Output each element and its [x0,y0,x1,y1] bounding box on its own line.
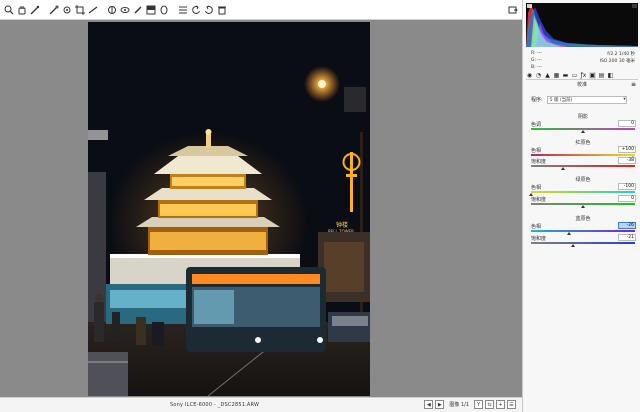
photo-preview: 钟楼 BELL TOWER [88,22,370,396]
process-value: 5 版 (当前) [549,97,573,103]
shadows-tint-value[interactable]: 0 [618,120,636,127]
tab-snapshots-icon[interactable]: ◧ [607,72,614,79]
blue-hue-slider[interactable] [531,230,635,232]
rotate-left-icon[interactable] [190,4,202,16]
blue-primary-title: 蓝原色 [575,216,591,222]
panel-menu-icon[interactable]: ≡ [631,81,636,88]
blue-saturation-label: 饱和度 [531,236,547,242]
white-balance-icon[interactable] [29,4,41,16]
red-primary-title: 红原色 [575,140,591,146]
pixel-info: R: --- f/2.2 1/40 秒 G: --- ISO 200 30 毫米 B: -… [531,50,635,71]
iso-info: ISO 200 30 毫米 [599,58,635,64]
green-primary-title: 绿原色 [575,177,591,183]
red-eye-icon[interactable] [119,4,131,16]
panel-title: 校准 [576,82,587,88]
exposure-info: f/2.2 1/40 秒 [607,51,635,57]
red-saturation-thumb[interactable] [561,167,565,170]
status-controls: ◀ ▶ 图像 1/1 Y ⇆ + ☰ [424,400,516,409]
rotate-right-icon[interactable] [203,4,215,16]
tab-tone-curve-icon[interactable]: ◔ [535,72,542,79]
red-hue-value[interactable]: +100 [618,146,636,153]
green-saturation-label: 饱和度 [531,197,547,203]
straighten-icon[interactable] [87,4,99,16]
hand-icon[interactable] [16,4,28,16]
green-hue-value[interactable]: -100 [618,183,636,190]
prev-arrow-icon[interactable]: ◀ [424,400,434,409]
red-hue-slider[interactable] [531,154,635,156]
r-value: --- [537,51,542,56]
shadows-tint-thumb[interactable] [581,130,585,133]
green-saturation-thumb[interactable] [581,205,585,208]
status-bar: Sony ILCE-6000 - _DSC2851.ARW ◀ ▶ 图像 1/1… [0,397,522,412]
shadows-title: 阴影 [577,114,588,120]
zoom-in-button[interactable]: + [496,400,505,409]
red-saturation-slider[interactable] [531,165,635,167]
preview-canvas[interactable]: 钟楼 BELL TOWER [0,20,522,397]
blue-saturation-slider[interactable] [531,242,635,244]
tab-presets-icon[interactable]: ▤ [598,72,605,79]
tab-detail-icon[interactable]: ▲ [544,72,551,79]
green-saturation-value[interactable]: 0 [618,195,636,202]
before-after-button[interactable]: Y [474,400,483,409]
b-value: --- [537,65,542,70]
shadows-tint-label: 色调 [531,122,542,128]
trash-icon[interactable] [216,4,228,16]
blue-saturation-thumb[interactable] [571,244,575,247]
blue-saturation-value[interactable]: -21 [618,234,636,241]
graduated-filter-icon[interactable] [145,4,157,16]
red-saturation-value[interactable]: -38 [618,157,636,164]
spot-removal-icon[interactable] [106,4,118,16]
color-sampler-icon[interactable] [48,4,60,16]
red-saturation-label: 饱和度 [531,159,547,165]
chevron-down-icon: ▾ [623,97,626,102]
tool-bar [0,0,523,20]
swap-icon[interactable]: ⇆ [485,400,494,409]
red-hue-label: 色相 [531,148,542,154]
tab-split-toning-icon[interactable]: ▬ [562,72,569,79]
camera-raw-window: 钟楼 BELL TOWER Sony ILCE-6000 - _DSC2851.… [0,0,640,412]
zoom-icon[interactable] [3,4,15,16]
blue-hue-label: 色相 [531,224,542,230]
page-indicator: 图像 1/1 [449,402,469,408]
sign-cn: 钟楼 [336,221,348,229]
g-value: --- [537,58,542,63]
histogram [526,3,638,47]
tab-lens-icon[interactable]: ▭ [571,72,578,79]
tab-basic-icon[interactable]: ◉ [526,72,533,79]
radial-filter-icon[interactable] [158,4,170,16]
green-hue-label: 色相 [531,185,542,191]
process-row: 程序: 5 版 (当前) ▾ [531,95,635,104]
target-adjust-icon[interactable] [61,4,73,16]
blue-hue-value[interactable]: -26 [618,222,636,229]
right-panel: R: --- f/2.2 1/40 秒 G: --- ISO 200 30 毫米 B: -… [522,0,640,412]
tab-hsl-icon[interactable]: ▦ [553,72,560,79]
next-arrow-icon[interactable]: ▶ [435,400,445,409]
crop-icon[interactable] [74,4,86,16]
tab-effects-icon[interactable]: ƒx [580,72,587,79]
adjustment-brush-icon[interactable] [132,4,144,16]
process-label: 程序: [531,97,543,103]
panel-tabs: ◉ ◔ ▲ ▦ ▬ ▭ ƒx ▣ ▤ ◧ [526,71,638,80]
tab-calibration-icon[interactable]: ▣ [589,71,596,79]
settings-icon[interactable]: ☰ [507,400,516,409]
bell-tower-night-photo: 钟楼 BELL TOWER [88,22,370,396]
green-hue-slider[interactable] [531,191,635,193]
preferences-icon[interactable] [177,4,189,16]
process-select[interactable]: 5 版 (当前) ▾ [546,95,627,104]
blue-hue-thumb[interactable] [567,232,571,235]
file-name: Sony ILCE-6000 - _DSC2851.ARW [170,402,260,408]
fullscreen-icon[interactable] [507,4,519,16]
